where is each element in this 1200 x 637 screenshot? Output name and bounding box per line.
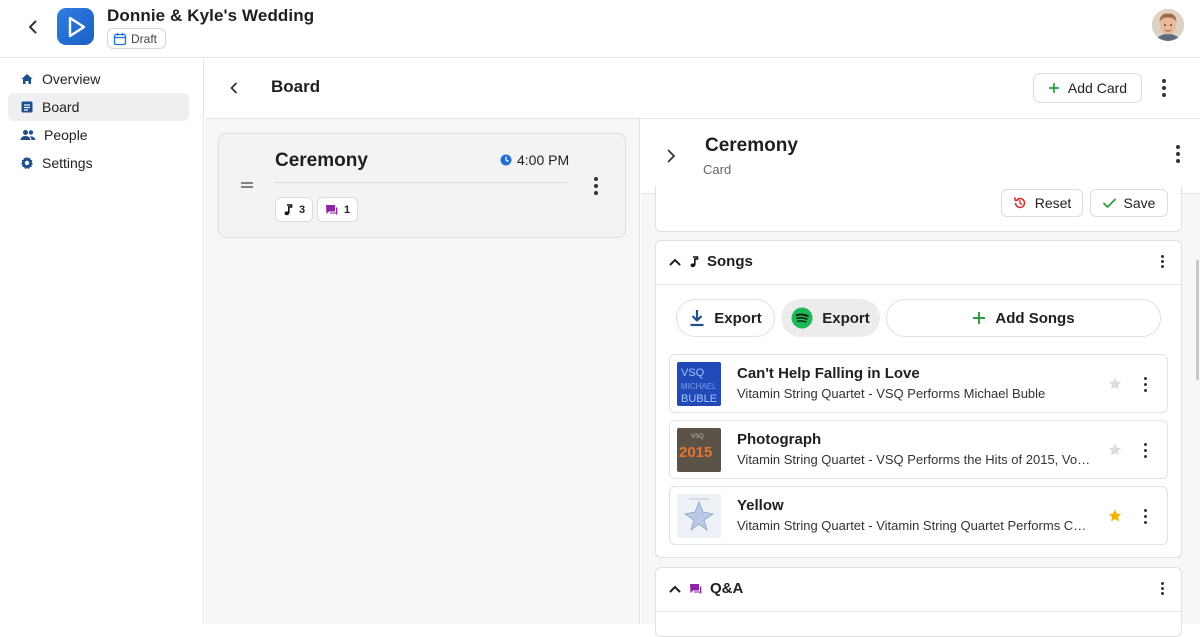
add-card-label: Add Card <box>1067 80 1128 96</box>
avatar[interactable] <box>1152 9 1184 41</box>
music-note-icon <box>283 203 293 216</box>
add-songs-button[interactable]: Add Songs <box>886 299 1161 337</box>
check-icon <box>1102 198 1116 209</box>
card-time: 4:00 PM <box>500 152 569 168</box>
svg-text:BUBLE: BUBLE <box>681 393 717 405</box>
add-songs-label: Add Songs <box>995 309 1075 327</box>
clock-icon <box>500 154 512 166</box>
sidebar-item-label: Overview <box>42 71 101 87</box>
sidebar-item-label: Board <box>42 99 80 115</box>
star-icon[interactable] <box>1107 376 1123 392</box>
song-count: 3 <box>299 203 306 216</box>
event-title: Donnie & Kyle's Wedding <box>107 6 315 25</box>
song-row[interactable]: VSQ MICHAEL BUBLE Can't Help Falling in Lo… <box>669 354 1168 413</box>
people-icon <box>20 128 36 142</box>
status-label: Draft <box>131 31 158 46</box>
status-badge[interactable]: Draft <box>107 28 167 49</box>
more-vertical-icon[interactable] <box>1154 580 1170 596</box>
album-art <box>677 494 721 538</box>
sidebar-item-overview[interactable]: Overview <box>8 65 189 93</box>
add-card-button[interactable]: Add Card <box>1033 73 1142 103</box>
spotify-icon <box>791 307 813 329</box>
more-vertical-icon[interactable] <box>1154 253 1170 269</box>
spotify-export-label: Export <box>822 309 870 327</box>
detail-subtitle: Card <box>703 162 732 177</box>
divider <box>275 182 567 183</box>
card-time-label: 4:00 PM <box>517 152 570 168</box>
svg-text:MICHAEL: MICHAEL <box>681 382 717 391</box>
divider <box>655 284 1182 285</box>
drag-handle-icon[interactable] <box>239 179 255 191</box>
more-vertical-icon[interactable] <box>1137 373 1153 395</box>
save-button[interactable]: Save <box>1090 189 1168 217</box>
card-title: Ceremony <box>275 150 368 171</box>
song-title: Can't Help Falling in Love <box>737 365 920 382</box>
sidebar-item-label: People <box>44 127 88 143</box>
more-vertical-icon[interactable] <box>586 175 606 197</box>
comment-count: 1 <box>344 203 351 216</box>
album-art: 2015 VSQ <box>677 428 721 472</box>
export-button[interactable]: Export <box>676 299 775 337</box>
spotify-export-button[interactable]: Export <box>781 299 880 337</box>
more-vertical-icon[interactable] <box>1137 505 1153 527</box>
qa-section-header[interactable]: Q&A <box>669 580 743 597</box>
qa-section-title: Q&A <box>710 580 744 597</box>
song-count-chip[interactable]: 3 <box>275 197 314 222</box>
chevron-up-icon[interactable] <box>669 257 681 267</box>
reset-label: Reset <box>1034 195 1072 211</box>
album-art: VSQ MICHAEL BUBLE <box>677 362 721 406</box>
detail-title: Ceremony <box>705 135 798 156</box>
divider <box>655 611 1182 612</box>
svg-text:2015: 2015 <box>679 444 712 461</box>
svg-text:VSQ: VSQ <box>691 434 704 440</box>
home-icon <box>20 72 34 86</box>
more-vertical-icon[interactable] <box>1137 439 1153 461</box>
comment-icon <box>689 583 702 595</box>
song-subtitle: Vitamin String Quartet - Vitamin String … <box>737 518 1092 533</box>
back-arrow-icon[interactable] <box>20 14 46 40</box>
star-icon[interactable] <box>1107 442 1123 458</box>
svg-text:VSQ: VSQ <box>681 367 705 379</box>
song-row[interactable]: 2015 VSQ Photograph Vitamin String Quarte… <box>669 420 1168 479</box>
comment-icon <box>325 204 338 216</box>
qa-panel <box>655 567 1182 637</box>
song-subtitle: Vitamin String Quartet - VSQ Performs Mi… <box>737 386 1046 401</box>
sidebar-item-settings[interactable]: Settings <box>8 149 189 177</box>
song-title: Yellow <box>737 497 784 514</box>
plus-icon <box>972 311 986 325</box>
music-note-icon <box>689 255 699 268</box>
sidebar-item-people[interactable]: People <box>8 121 189 149</box>
plus-icon <box>1048 82 1060 94</box>
reset-icon <box>1013 196 1027 210</box>
comment-count-chip[interactable]: 1 <box>317 197 359 222</box>
app-logo <box>57 8 94 45</box>
sidebar-item-label: Settings <box>42 155 93 171</box>
board-icon <box>20 100 34 114</box>
save-label: Save <box>1123 195 1156 211</box>
reset-button[interactable]: Reset <box>1001 189 1083 217</box>
songs-section-header[interactable]: Songs <box>669 253 753 270</box>
download-icon <box>689 309 705 327</box>
sidebar-item-board[interactable]: Board <box>8 93 189 121</box>
chevron-right-icon[interactable] <box>661 146 681 166</box>
back-arrow-icon[interactable] <box>222 76 246 100</box>
chevron-up-icon[interactable] <box>669 584 681 594</box>
song-row[interactable]: Yellow Vitamin String Quartet - Vitamin … <box>669 486 1168 545</box>
board-card[interactable] <box>218 133 626 238</box>
song-subtitle: Vitamin String Quartet - VSQ Performs th… <box>737 452 1092 467</box>
more-vertical-icon[interactable] <box>1152 76 1176 100</box>
more-vertical-icon[interactable] <box>1168 143 1188 165</box>
page-title: Board <box>271 77 321 96</box>
calendar-edit-icon <box>113 32 127 46</box>
star-icon[interactable] <box>1107 508 1123 524</box>
song-title: Photograph <box>737 431 822 448</box>
export-label: Export <box>714 309 762 327</box>
songs-section-title: Songs <box>707 253 753 270</box>
scrollbar-thumb[interactable] <box>1196 260 1199 380</box>
gear-icon <box>20 156 34 170</box>
